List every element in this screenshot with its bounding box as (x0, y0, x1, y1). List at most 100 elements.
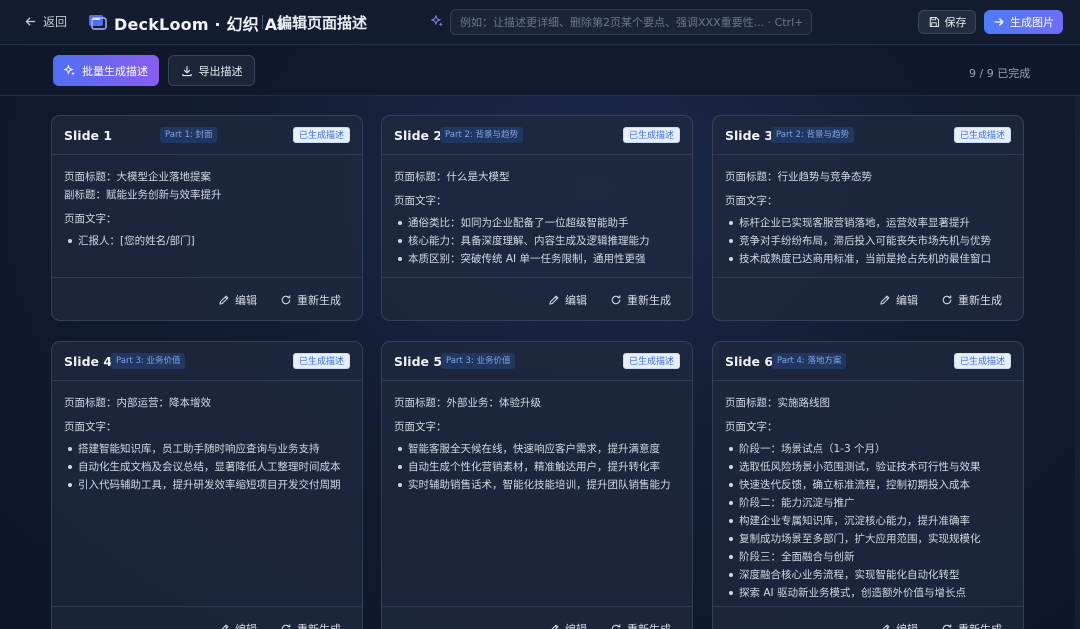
list-item: 搭建智能知识库，员工助手随时响应查询与业务支持 (64, 440, 352, 458)
list-item: 阶段三：全面融合与创新 (725, 548, 1013, 566)
slide-card: Slide 2 Part 2: 背景与趋势 已生成描述 页面标题：什么是大模型 … (381, 115, 693, 321)
scrollbar[interactable] (1075, 96, 1080, 629)
regenerate-label: 重新生成 (297, 621, 341, 629)
regenerate-label: 重新生成 (297, 294, 341, 307)
content-line: 副标题：赋能业务创新与效率提升 (64, 189, 222, 201)
regenerate-button[interactable]: 重新生成 (610, 292, 671, 308)
edit-button[interactable]: 编辑 (218, 292, 257, 308)
save-icon (929, 16, 939, 28)
pencil-icon (880, 295, 890, 305)
pencil-icon (549, 295, 559, 305)
card-content: 页面标题：内部运营：降本增效 页面文字： 搭建智能知识库，员工助手随时响应查询与… (64, 394, 352, 494)
list-item: 阶段二：能力沉淀与推广 (725, 494, 1013, 512)
list-item: 复制成功场景至多部门，扩大应用范围，实现规模化 (725, 530, 1013, 548)
edit-button[interactable]: 编辑 (879, 292, 918, 308)
pencil-icon (221, 624, 229, 629)
pencil-icon (882, 624, 890, 629)
edit-label: 编辑 (235, 294, 257, 307)
list-item: 智能客服全天候在线，快速响应客户需求，提升满意度 (394, 440, 682, 458)
text-label: 页面文字： (64, 213, 117, 225)
regenerate-button[interactable]: 重新生成 (280, 292, 341, 308)
regenerate-button[interactable]: 重新生成 (610, 621, 671, 629)
regenerate-label: 重新生成 (958, 621, 1002, 629)
edit-button[interactable]: 编辑 (548, 292, 587, 308)
card-content: 页面标题：大模型企业落地提案 副标题：赋能业务创新与效率提升 页面文字： 汇报人… (64, 168, 352, 250)
list-item: 本质区别：突破传统 AI 单一任务限制，通用性更强 (394, 250, 682, 268)
back-button[interactable]: 返回 (24, 13, 67, 30)
card-content: 页面标题：行业趋势与竞争态势 页面文字： 标杆企业已实现客服营销落地，运营效率显… (725, 168, 1013, 268)
regenerate-button[interactable]: 重新生成 (941, 621, 1002, 629)
content-line: 页面标题：行业趋势与竞争态势 (725, 171, 872, 183)
logo-icon (89, 15, 107, 30)
text-label: 页面文字： (64, 421, 117, 433)
content-line: 页面标题：内部运营：降本增效 (64, 397, 211, 409)
top-header: 返回 DeckLoom · 幻织 AI 编辑页面描述 保存 生成图片 (0, 0, 1080, 45)
card-header: Slide 1 Part 1: 封面 已生成描述 (52, 116, 362, 155)
edit-label: 编辑 (565, 294, 587, 307)
refresh-icon (942, 295, 952, 305)
sparkle-icon (431, 15, 443, 27)
slide-card: Slide 3 Part 2: 背景与趋势 已生成描述 页面标题：行业趋势与竞争… (712, 115, 1024, 321)
bullet-list: 标杆企业已实现客服营销落地，运营效率显著提升 竞争对手纷纷布局，滞后投入可能丧失… (725, 214, 1013, 268)
card-header: Slide 2 Part 2: 背景与趋势 已生成描述 (382, 116, 692, 155)
edit-label: 编辑 (565, 621, 587, 629)
download-icon (181, 65, 192, 76)
part-badge: Part 3: 业务价值 (441, 353, 516, 369)
slide-card: Slide 6 Part 4: 落地方案 已生成描述 页面标题：实施路线图 页面… (712, 341, 1024, 629)
slide-title: Slide 5 (394, 354, 443, 369)
card-header: Slide 5 Part 3: 业务价值 已生成描述 (382, 342, 692, 381)
generate-images-button[interactable]: 生成图片 (984, 10, 1063, 34)
ai-command-input[interactable] (450, 9, 812, 35)
export-label: 导出描述 (198, 64, 243, 78)
generate-label: 生成图片 (1010, 16, 1054, 29)
part-badge: Part 2: 背景与趋势 (771, 127, 854, 143)
content-line: 页面标题：实施路线图 (725, 397, 830, 409)
list-item: 技术成熟度已达商用标准，当前是抢占先机的最佳窗口 (725, 250, 1013, 268)
edit-label: 编辑 (896, 621, 918, 629)
list-item: 汇报人：[您的姓名/部门] (64, 232, 352, 250)
regenerate-label: 重新生成 (958, 294, 1002, 307)
regenerate-label: 重新生成 (627, 294, 671, 307)
regenerate-button[interactable]: 重新生成 (280, 621, 341, 629)
edit-label: 编辑 (896, 294, 918, 307)
text-label: 页面文字： (725, 195, 778, 207)
edit-label: 编辑 (235, 621, 257, 629)
regenerate-label: 重新生成 (627, 621, 671, 629)
text-label: 页面文字： (394, 195, 447, 207)
refresh-icon (281, 295, 291, 305)
list-item: 选取低风险场景小范围测试，验证技术可行性与效果 (725, 458, 1013, 476)
list-item: 标杆企业已实现客服营销落地，运营效率显著提升 (725, 214, 1013, 232)
card-content: 页面标题：外部业务：体验升级 页面文字： 智能客服全天候在线，快速响应客户需求，… (394, 394, 682, 494)
refresh-icon (281, 624, 291, 629)
part-badge: Part 2: 背景与趋势 (440, 127, 523, 143)
text-label: 页面文字： (394, 421, 447, 433)
edit-button[interactable]: 编辑 (879, 621, 918, 629)
status-badge: 已生成描述 (953, 353, 1011, 369)
edit-button[interactable]: 编辑 (218, 621, 257, 629)
slide-title: Slide 4 (64, 354, 113, 369)
bullet-list: 汇报人：[您的姓名/部门] (64, 232, 352, 250)
card-footer: 编辑 重新生成 (52, 277, 362, 320)
list-item: 阶段一：场景试点（1-3 个月） (725, 440, 1013, 458)
page-title: 编辑页面描述 (277, 14, 368, 32)
list-item: 自动化生成文档及会议总结，显著降低人工整理时间成本 (64, 458, 352, 476)
slide-title: Slide 6 (725, 354, 774, 369)
list-item: 自动生成个性化营销素材，精准触达用户，提升转化率 (394, 458, 682, 476)
regenerate-button[interactable]: 重新生成 (941, 292, 1002, 308)
batch-generate-button[interactable]: 批量生成描述 (53, 55, 159, 86)
content-line: 页面标题：外部业务：体验升级 (394, 397, 541, 409)
save-button[interactable]: 保存 (918, 10, 976, 34)
list-item: 竞争对手纷纷布局，滞后投入可能丧失市场先机与优势 (725, 232, 1013, 250)
arrow-left-icon (25, 17, 36, 26)
export-button[interactable]: 导出描述 (168, 55, 255, 86)
list-item: 引入代码辅助工具，提升研发效率缩短项目开发交付周期 (64, 476, 352, 494)
card-content: 页面标题：实施路线图 页面文字： 阶段一：场景试点（1-3 个月） 选取低风险场… (725, 394, 1013, 602)
bullet-list: 阶段一：场景试点（1-3 个月） 选取低风险场景小范围测试，验证技术可行性与效果… (725, 440, 1013, 602)
list-item: 实时辅助销售话术，智能化技能培训，提升团队销售能力 (394, 476, 682, 494)
bullet-list: 通俗类比：如同为企业配备了一位超级智能助手 核心能力：具备深度理解、内容生成及逻… (394, 214, 682, 268)
content-line: 页面标题：什么是大模型 (394, 171, 510, 183)
part-badge: Part 1: 封面 (160, 127, 218, 143)
brand-name: DeckLoom · 幻织 AI (114, 15, 284, 34)
refresh-icon (611, 624, 621, 629)
edit-button[interactable]: 编辑 (548, 621, 587, 629)
